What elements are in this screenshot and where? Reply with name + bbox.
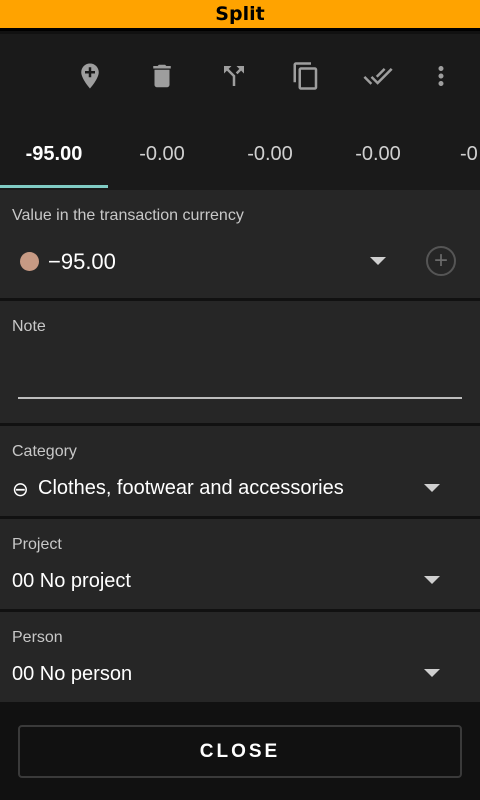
value-card: Value in the transaction currency −95.00	[0, 190, 480, 298]
add-location-icon[interactable]	[70, 56, 110, 96]
category-dropdown-icon[interactable]	[424, 484, 440, 492]
amount-input[interactable]: −95.00	[48, 249, 116, 275]
split-icon[interactable]	[214, 56, 254, 96]
value-label: Value in the transaction currency	[12, 207, 244, 224]
category-label: Category	[12, 443, 77, 460]
person-dropdown-icon[interactable]	[424, 669, 440, 677]
split-tabs: -95.00 -0.00 -0.00 -0.00 -0	[0, 118, 480, 190]
category-prefix-icon: ⊖	[12, 479, 29, 501]
person-card[interactable]: Person 00 No person	[0, 612, 480, 702]
person-label: Person	[12, 629, 63, 646]
copy-icon[interactable]	[286, 56, 326, 96]
project-dropdown-icon[interactable]	[424, 576, 440, 584]
tab-split-3[interactable]: -0.00	[216, 118, 324, 190]
project-label: Project	[12, 536, 62, 553]
active-tab-indicator	[0, 185, 108, 188]
done-all-icon[interactable]	[358, 56, 398, 96]
category-value: Clothes, footwear and accessories	[38, 477, 344, 499]
tab-split-5[interactable]: -0	[432, 118, 480, 190]
person-value: 00 No person	[12, 663, 133, 685]
delete-icon[interactable]	[142, 56, 182, 96]
close-button-label: CLOSE	[199, 740, 281, 762]
window-title: Split	[215, 3, 265, 25]
currency-dropdown-icon[interactable]	[370, 257, 386, 265]
category-card[interactable]: Category ⊖ Clothes, footwear and accesso…	[0, 426, 480, 516]
note-card: Note	[0, 301, 480, 423]
tab-split-2[interactable]: -0.00	[108, 118, 216, 190]
window-title-bar: Split	[0, 0, 480, 31]
currency-color-dot	[20, 252, 39, 271]
action-toolbar	[0, 34, 480, 118]
project-value: 00 No project	[12, 570, 131, 592]
more-vert-icon[interactable]	[421, 56, 461, 96]
tab-split-1[interactable]: -95.00	[0, 118, 108, 190]
tab-split-4[interactable]: -0.00	[324, 118, 432, 190]
close-button[interactable]: CLOSE	[18, 725, 462, 778]
add-circle-icon[interactable]: +	[426, 246, 456, 276]
project-card[interactable]: Project 00 No project	[0, 519, 480, 609]
note-input-underline	[18, 397, 462, 399]
note-label: Note	[12, 318, 46, 335]
